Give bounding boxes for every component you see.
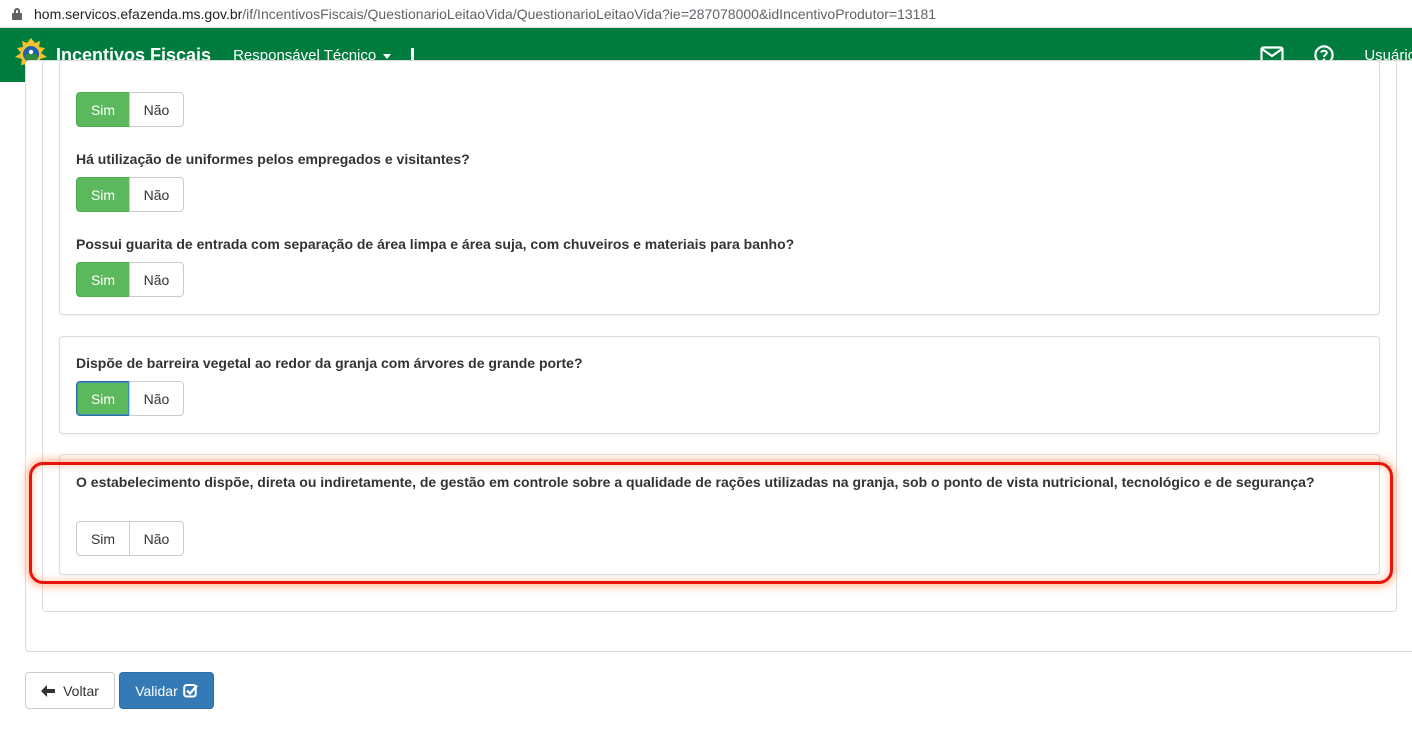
answer-toggle-4: Sim Não xyxy=(76,521,184,556)
sim-button[interactable]: Sim xyxy=(76,381,130,416)
answer-toggle-3: Sim Não xyxy=(76,381,184,416)
check-square-icon xyxy=(182,683,198,698)
answer-toggle-0: Sim Não xyxy=(76,92,184,127)
question-text: Há utilização de uniformes pelos emprega… xyxy=(76,151,470,167)
question-card-group-2 xyxy=(59,336,1380,434)
answer-toggle-1: Sim Não xyxy=(76,177,184,212)
nao-button[interactable]: Não xyxy=(129,381,184,416)
sim-button[interactable]: Sim xyxy=(76,177,130,212)
sim-button[interactable]: Sim xyxy=(76,262,130,297)
question-text: Dispõe de barreira vegetal ao redor da g… xyxy=(76,355,583,371)
nao-button[interactable]: Não xyxy=(129,262,184,297)
question-text: Possui guarita de entrada com separação … xyxy=(76,236,795,252)
nao-button[interactable]: Não xyxy=(129,521,184,556)
address-bar[interactable]: hom.servicos.efazenda.ms.gov.br /if/Ince… xyxy=(0,0,1412,28)
arrow-left-icon xyxy=(41,684,56,697)
url-path: /if/IncentivosFiscais/QuestionarioLeitao… xyxy=(242,5,937,22)
nao-button[interactable]: Não xyxy=(129,92,184,127)
nao-button[interactable]: Não xyxy=(129,177,184,212)
answer-toggle-2: Sim Não xyxy=(76,262,184,297)
validar-button[interactable]: Validar xyxy=(119,672,214,709)
sim-button[interactable]: Sim xyxy=(76,521,130,556)
caret-down-icon xyxy=(383,53,392,59)
question-card-group-1 xyxy=(59,60,1380,315)
question-text: O estabelecimento dispõe, direta ou indi… xyxy=(76,474,1315,490)
voltar-button[interactable]: Voltar xyxy=(25,672,115,709)
voltar-label: Voltar xyxy=(63,682,99,699)
lock-icon[interactable] xyxy=(12,7,22,20)
sim-button[interactable]: Sim xyxy=(76,92,130,127)
validar-label: Validar xyxy=(135,682,178,699)
url-host: hom.servicos.efazenda.ms.gov.br xyxy=(34,5,243,22)
